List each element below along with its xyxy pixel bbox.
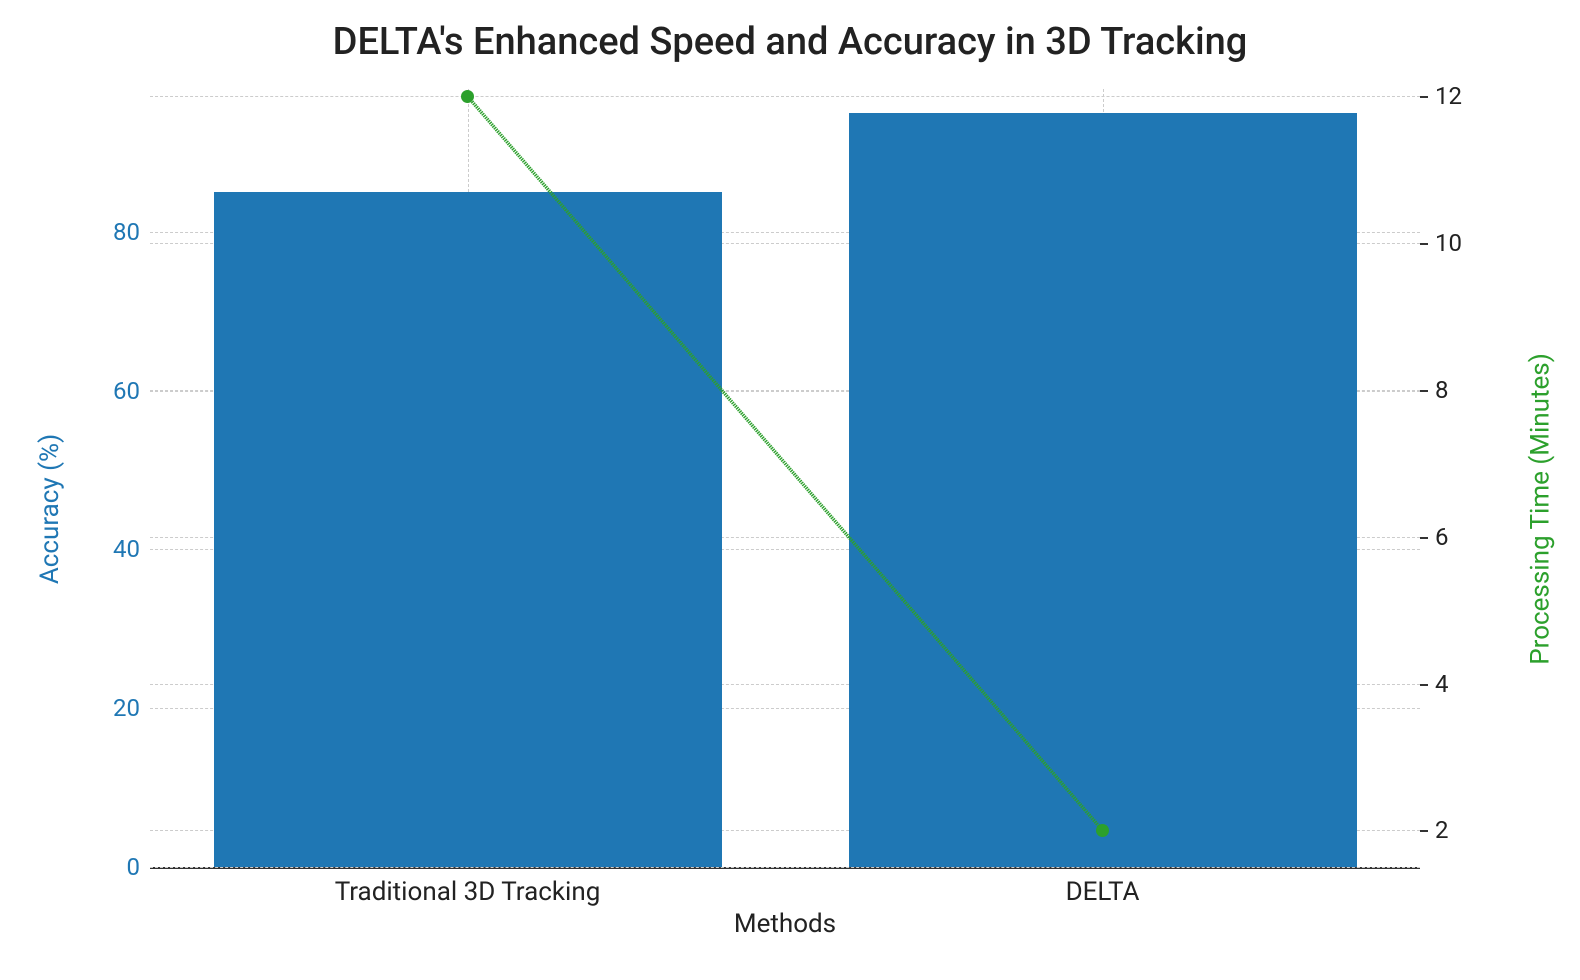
- y-axis-left-label: Accuracy (%): [35, 434, 65, 584]
- x-tick-label: DELTA: [1066, 877, 1140, 907]
- y-tick-left: 0: [100, 853, 140, 881]
- grid-line-h-right: [150, 96, 1420, 97]
- grid-line-h: [150, 867, 1420, 868]
- line-marker: [461, 90, 474, 103]
- line-marker: [1096, 824, 1109, 837]
- plot-outer: Accuracy (%) Processing Time (Minutes) 0…: [60, 79, 1520, 939]
- x-axis-label: Methods: [150, 909, 1420, 939]
- y-axis-right-label: Processing Time (Minutes): [1525, 353, 1555, 665]
- y-tick-left: 80: [100, 218, 140, 246]
- y-tick-right: 10: [1435, 229, 1475, 257]
- plot-area: 02040608024681012Traditional 3D Tracking…: [150, 89, 1420, 869]
- y-tick-right-mark: [1420, 537, 1428, 539]
- x-tick-label: Traditional 3D Tracking: [335, 877, 601, 907]
- y-tick-right-mark: [1420, 830, 1428, 832]
- bar: [849, 113, 1357, 867]
- y-tick-right: 4: [1435, 670, 1475, 698]
- y-tick-left: 20: [100, 694, 140, 722]
- y-tick-right-mark: [1420, 684, 1428, 686]
- chart-container: DELTA's Enhanced Speed and Accuracy in 3…: [60, 20, 1520, 960]
- y-tick-right-mark: [1420, 243, 1428, 245]
- y-tick-right: 8: [1435, 376, 1475, 404]
- y-tick-right-mark: [1420, 390, 1428, 392]
- chart-title: DELTA's Enhanced Speed and Accuracy in 3…: [60, 20, 1520, 64]
- bar: [214, 192, 722, 867]
- y-tick-right-mark: [1420, 96, 1428, 98]
- y-tick-right: 6: [1435, 523, 1475, 551]
- y-tick-right: 2: [1435, 816, 1475, 844]
- y-tick-left: 40: [100, 535, 140, 563]
- y-tick-right: 12: [1435, 82, 1475, 110]
- y-tick-left: 60: [100, 377, 140, 405]
